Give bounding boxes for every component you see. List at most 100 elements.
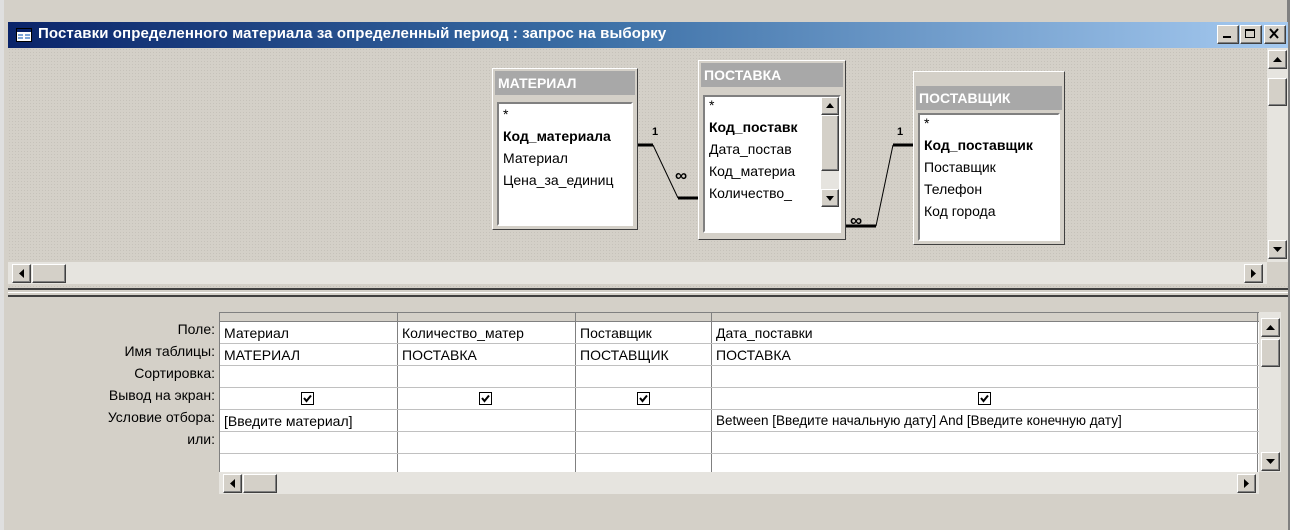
grid-cell-sort[interactable] — [220, 367, 397, 387]
grid-cell-sort[interactable] — [712, 367, 1257, 387]
arrow-down-icon — [1273, 247, 1282, 252]
grid-cell-table[interactable]: ПОСТАВКА — [398, 345, 575, 365]
grid-cell-or[interactable] — [712, 433, 1257, 453]
field-item-key[interactable]: Код_поставк — [709, 119, 797, 135]
arrow-up-icon — [826, 103, 834, 108]
scroll-up-button[interactable] — [1261, 318, 1280, 337]
field-item[interactable]: Поставщик — [924, 159, 996, 175]
title-bar[interactable]: Поставки определенного материала за опре… — [8, 22, 1288, 48]
scroll-right-button[interactable] — [1237, 474, 1256, 493]
field-item[interactable]: Код города — [924, 203, 996, 219]
arrow-down-icon — [1266, 459, 1275, 464]
show-checkbox[interactable] — [301, 392, 314, 405]
field-item-key[interactable]: Код_поставщик — [924, 137, 1033, 153]
scroll-up-button[interactable] — [1268, 50, 1287, 69]
row-separator — [220, 453, 1260, 454]
query-design-grid: Материал МАТЕРИАЛ [Введите материал] Кол… — [219, 312, 1260, 473]
grid-cell-sort[interactable] — [576, 367, 711, 387]
checkmark-icon — [303, 394, 312, 403]
relation-many-label: ∞ — [675, 166, 688, 185]
design-horizontal-scrollbar[interactable] — [8, 262, 1267, 284]
relation-one-label: 1 — [897, 126, 904, 138]
field-item[interactable]: * — [503, 106, 508, 122]
table-title[interactable]: ПОСТАВЩИК — [916, 86, 1062, 110]
grid-vertical-scrollbar[interactable] — [1259, 312, 1281, 472]
scroll-down-button[interactable] — [821, 189, 839, 207]
scroll-left-button[interactable] — [12, 264, 31, 283]
grid-cell-table[interactable]: МАТЕРИАЛ — [220, 345, 397, 365]
maximize-button[interactable] — [1240, 25, 1262, 44]
grid-cell-field[interactable]: Количество_матер — [398, 323, 575, 343]
arrow-up-icon — [1273, 57, 1282, 62]
table-title[interactable]: ПОСТАВКА — [701, 63, 843, 87]
grid-horizontal-scrollbar[interactable] — [219, 472, 1259, 494]
field-item[interactable]: Материал — [503, 150, 568, 166]
scroll-left-button[interactable] — [223, 474, 242, 493]
field-item[interactable]: Цена_за_единиц — [503, 172, 613, 188]
field-item[interactable]: Телефон — [924, 181, 982, 197]
show-checkbox[interactable] — [479, 392, 492, 405]
grid-cell-table[interactable]: ПОСТАВКА — [712, 345, 1257, 365]
checkmark-icon — [980, 394, 989, 403]
grid-cell-field[interactable]: Поставщик — [576, 323, 711, 343]
grid-cell-criteria[interactable]: [Введите материал] — [220, 411, 397, 431]
grid-cell-or[interactable] — [398, 433, 575, 453]
pane-splitter[interactable] — [8, 288, 1288, 297]
scroll-thumb[interactable] — [243, 474, 277, 493]
grid-cell-field[interactable]: Дата_поставки — [712, 323, 1257, 343]
checkmark-icon — [639, 394, 648, 403]
field-item[interactable]: Количество_ — [709, 185, 792, 201]
grid-cell-or[interactable] — [220, 433, 397, 453]
scroll-thumb[interactable] — [1268, 78, 1287, 106]
row-label-field: Поле: — [177, 321, 215, 337]
row-label-show: Вывод на экран: — [108, 387, 215, 403]
field-item[interactable]: Дата_постав — [709, 141, 792, 157]
arrow-right-icon — [1244, 479, 1249, 488]
close-icon — [1269, 28, 1279, 39]
checkmark-icon — [481, 394, 490, 403]
scroll-right-button[interactable] — [1244, 264, 1263, 283]
field-item[interactable]: * — [709, 97, 714, 113]
row-label-or: или: — [187, 431, 215, 447]
minimize-icon — [1223, 36, 1231, 38]
field-item[interactable]: Код_материа — [709, 163, 795, 179]
field-item-key[interactable]: Код_материала — [503, 128, 611, 144]
grid-cell-criteria[interactable]: Between [Введите начальную дату] And [Вв… — [712, 411, 1257, 431]
window-title: Поставки определенного материала за опре… — [38, 25, 667, 42]
arrow-left-icon — [230, 479, 235, 488]
scroll-down-button[interactable] — [1261, 452, 1280, 471]
scroll-thumb[interactable] — [821, 115, 839, 171]
arrow-right-icon — [1251, 269, 1256, 278]
column-selector-bar[interactable] — [220, 313, 1260, 322]
scroll-up-button[interactable] — [821, 97, 839, 115]
field-list-scrollbar[interactable] — [821, 97, 839, 207]
row-separator — [220, 365, 1260, 366]
arrow-down-icon — [826, 196, 834, 201]
close-button[interactable] — [1264, 25, 1286, 44]
grid-cell-table[interactable]: ПОСТАВЩИК — [576, 345, 711, 365]
relation-one-label: 1 — [652, 126, 659, 138]
table-postavshchik[interactable]: ПОСТАВЩИК * Код_поставщик Поставщик Теле… — [913, 71, 1065, 245]
row-label-table: Имя таблицы: — [124, 343, 215, 359]
show-checkbox[interactable] — [978, 392, 991, 405]
scroll-thumb[interactable] — [32, 264, 66, 283]
relation-many-label: ∞ — [850, 211, 863, 230]
scroll-down-button[interactable] — [1268, 240, 1287, 259]
table-postavka[interactable]: ПОСТАВКА * Код_поставк Дата_постав Код_м… — [698, 60, 846, 240]
table-material[interactable]: МАТЕРИАЛ * Код_материала Материал Цена_з… — [492, 68, 638, 230]
grid-cell-sort[interactable] — [398, 367, 575, 387]
design-vertical-scrollbar[interactable] — [1267, 48, 1288, 262]
field-item[interactable]: * — [924, 115, 929, 131]
field-list: * Код_поставщик Поставщик Телефон Код го… — [918, 113, 1060, 241]
table-title[interactable]: МАТЕРИАЛ — [495, 71, 635, 95]
maximize-icon — [1245, 29, 1255, 38]
minimize-button[interactable] — [1217, 25, 1239, 44]
grid-cell-criteria[interactable] — [576, 411, 711, 431]
arrow-up-icon — [1266, 325, 1275, 330]
show-checkbox[interactable] — [637, 392, 650, 405]
grid-cell-field[interactable]: Материал — [220, 323, 397, 343]
row-separator — [220, 409, 1260, 410]
grid-cell-or[interactable] — [576, 433, 711, 453]
grid-cell-criteria[interactable] — [398, 411, 575, 431]
scroll-thumb[interactable] — [1261, 339, 1280, 367]
